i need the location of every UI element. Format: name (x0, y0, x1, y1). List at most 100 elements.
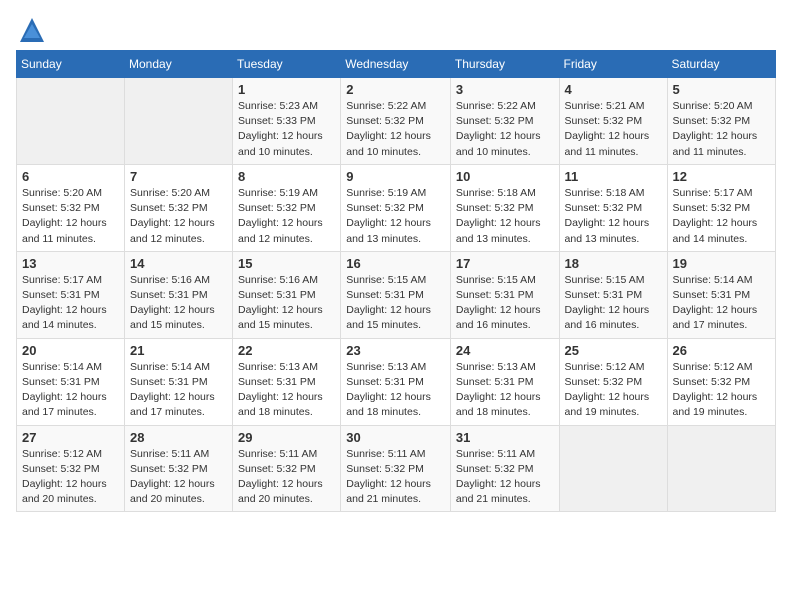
weekday-header-friday: Friday (559, 51, 667, 78)
day-number: 25 (565, 343, 662, 358)
calendar-cell: 30Sunrise: 5:11 AMSunset: 5:32 PMDayligh… (341, 425, 451, 512)
calendar-cell: 11 Sunrise: 5:18 AMSunset: 5:32 PMDayligh… (559, 164, 667, 251)
day-info: Sunrise: 5:16 AMSunset: 5:31 PMDaylight:… (238, 273, 335, 334)
day-number: 4 (565, 82, 662, 97)
calendar-cell: 12 Sunrise: 5:17 AMSunset: 5:32 PMDayligh… (667, 164, 775, 251)
day-number: 31 (456, 430, 554, 445)
day-info: Sunrise: 5:19 AMSunset: 5:32 PMDaylight:… (346, 186, 445, 247)
day-number: 17 (456, 256, 554, 271)
day-number: 10 (456, 169, 554, 184)
calendar-cell: 22Sunrise: 5:13 AMSunset: 5:31 PMDayligh… (233, 338, 341, 425)
calendar-cell: 24 Sunrise: 5:13 AMSunset: 5:31 PMDayligh… (450, 338, 559, 425)
day-info: Sunrise: 5:23 AMSunset: 5:33 PMDaylight:… (238, 99, 335, 160)
calendar-cell: 15 Sunrise: 5:16 AMSunset: 5:31 PMDayligh… (233, 251, 341, 338)
calendar-table: SundayMondayTuesdayWednesdayThursdayFrid… (16, 50, 776, 512)
day-number: 6 (22, 169, 119, 184)
calendar-cell: 19 Sunrise: 5:14 AMSunset: 5:31 PMDayligh… (667, 251, 775, 338)
calendar-cell: 2 Sunrise: 5:22 AMSunset: 5:32 PMDaylight… (341, 78, 451, 165)
day-info: Sunrise: 5:20 AMSunset: 5:32 PMDaylight:… (673, 99, 770, 160)
day-number: 13 (22, 256, 119, 271)
calendar-cell: 18 Sunrise: 5:15 AMSunset: 5:31 PMDayligh… (559, 251, 667, 338)
day-info: Sunrise: 5:17 AMSunset: 5:31 PMDaylight:… (22, 273, 119, 334)
day-number: 12 (673, 169, 770, 184)
day-info: Sunrise: 5:14 AMSunset: 5:31 PMDaylight:… (673, 273, 770, 334)
day-info: Sunrise: 5:21 AMSunset: 5:32 PMDaylight:… (565, 99, 662, 160)
weekday-header-sunday: Sunday (17, 51, 125, 78)
calendar-cell: 3 Sunrise: 5:22 AMSunset: 5:32 PMDaylight… (450, 78, 559, 165)
day-info: Sunrise: 5:20 AMSunset: 5:32 PMDaylight:… (22, 186, 119, 247)
calendar-cell: 20 Sunrise: 5:14 AMSunset: 5:31 PMDayligh… (17, 338, 125, 425)
calendar-cell: 31 Sunrise: 5:11 AMSunset: 5:32 PMDayligh… (450, 425, 559, 512)
day-number: 11 (565, 169, 662, 184)
weekday-header-tuesday: Tuesday (233, 51, 341, 78)
calendar-cell: 10 Sunrise: 5:18 AMSunset: 5:32 PMDayligh… (450, 164, 559, 251)
day-number: 24 (456, 343, 554, 358)
day-number: 29 (238, 430, 335, 445)
calendar-cell: 16 Sunrise: 5:15 AMSunset: 5:31 PMDayligh… (341, 251, 451, 338)
calendar-cell: 28 Sunrise: 5:11 AMSunset: 5:32 PMDayligh… (125, 425, 233, 512)
day-info: Sunrise: 5:15 AMSunset: 5:31 PMDaylight:… (565, 273, 662, 334)
page-header (16, 16, 776, 38)
calendar-cell: 26Sunrise: 5:12 AMSunset: 5:32 PMDayligh… (667, 338, 775, 425)
calendar-cell: 17 Sunrise: 5:15 AMSunset: 5:31 PMDayligh… (450, 251, 559, 338)
day-info: Sunrise: 5:20 AMSunset: 5:32 PMDaylight:… (130, 186, 227, 247)
calendar-cell: 14Sunrise: 5:16 AMSunset: 5:31 PMDayligh… (125, 251, 233, 338)
day-info: Sunrise: 5:11 AMSunset: 5:32 PMDaylight:… (130, 447, 227, 508)
day-number: 26 (673, 343, 770, 358)
calendar-cell: 8 Sunrise: 5:19 AMSunset: 5:32 PMDaylight… (233, 164, 341, 251)
calendar-cell: 4 Sunrise: 5:21 AMSunset: 5:32 PMDaylight… (559, 78, 667, 165)
day-info: Sunrise: 5:18 AMSunset: 5:32 PMDaylight:… (456, 186, 554, 247)
calendar-cell: 21 Sunrise: 5:14 AMSunset: 5:31 PMDayligh… (125, 338, 233, 425)
day-number: 5 (673, 82, 770, 97)
day-number: 15 (238, 256, 335, 271)
calendar-cell: 5 Sunrise: 5:20 AMSunset: 5:32 PMDaylight… (667, 78, 775, 165)
calendar-cell (17, 78, 125, 165)
calendar-header: SundayMondayTuesdayWednesdayThursdayFrid… (17, 51, 776, 78)
day-number: 8 (238, 169, 335, 184)
day-number: 18 (565, 256, 662, 271)
calendar-cell: 29Sunrise: 5:11 AMSunset: 5:32 PMDayligh… (233, 425, 341, 512)
day-number: 30 (346, 430, 445, 445)
day-info: Sunrise: 5:19 AMSunset: 5:32 PMDaylight:… (238, 186, 335, 247)
calendar-cell (667, 425, 775, 512)
day-number: 1 (238, 82, 335, 97)
day-info: Sunrise: 5:22 AMSunset: 5:32 PMDaylight:… (456, 99, 554, 160)
calendar-cell: 25 Sunrise: 5:12 AMSunset: 5:32 PMDayligh… (559, 338, 667, 425)
day-number: 27 (22, 430, 119, 445)
day-number: 14 (130, 256, 227, 271)
day-info: Sunrise: 5:15 AMSunset: 5:31 PMDaylight:… (346, 273, 445, 334)
day-info: Sunrise: 5:12 AMSunset: 5:32 PMDaylight:… (565, 360, 662, 421)
day-number: 2 (346, 82, 445, 97)
calendar-cell (125, 78, 233, 165)
day-info: Sunrise: 5:15 AMSunset: 5:31 PMDaylight:… (456, 273, 554, 334)
day-number: 9 (346, 169, 445, 184)
weekday-header-wednesday: Wednesday (341, 51, 451, 78)
day-info: Sunrise: 5:13 AMSunset: 5:31 PMDaylight:… (238, 360, 335, 421)
day-info: Sunrise: 5:17 AMSunset: 5:32 PMDaylight:… (673, 186, 770, 247)
day-info: Sunrise: 5:22 AMSunset: 5:32 PMDaylight:… (346, 99, 445, 160)
day-number: 28 (130, 430, 227, 445)
day-info: Sunrise: 5:13 AMSunset: 5:31 PMDaylight:… (346, 360, 445, 421)
calendar-cell: 1 Sunrise: 5:23 AMSunset: 5:33 PMDaylight… (233, 78, 341, 165)
day-info: Sunrise: 5:18 AMSunset: 5:32 PMDaylight:… (565, 186, 662, 247)
day-info: Sunrise: 5:13 AMSunset: 5:31 PMDaylight:… (456, 360, 554, 421)
calendar-cell: 23 Sunrise: 5:13 AMSunset: 5:31 PMDayligh… (341, 338, 451, 425)
weekday-header-monday: Monday (125, 51, 233, 78)
day-number: 20 (22, 343, 119, 358)
day-number: 16 (346, 256, 445, 271)
day-info: Sunrise: 5:11 AMSunset: 5:32 PMDaylight:… (456, 447, 554, 508)
day-info: Sunrise: 5:14 AMSunset: 5:31 PMDaylight:… (130, 360, 227, 421)
day-number: 23 (346, 343, 445, 358)
day-number: 19 (673, 256, 770, 271)
day-info: Sunrise: 5:12 AMSunset: 5:32 PMDaylight:… (22, 447, 119, 508)
calendar-cell: 9 Sunrise: 5:19 AMSunset: 5:32 PMDaylight… (341, 164, 451, 251)
calendar-cell: 6 Sunrise: 5:20 AMSunset: 5:32 PMDaylight… (17, 164, 125, 251)
day-number: 21 (130, 343, 227, 358)
weekday-header-saturday: Saturday (667, 51, 775, 78)
day-info: Sunrise: 5:14 AMSunset: 5:31 PMDaylight:… (22, 360, 119, 421)
logo-icon (18, 16, 46, 44)
day-number: 3 (456, 82, 554, 97)
calendar-cell: 27 Sunrise: 5:12 AMSunset: 5:32 PMDayligh… (17, 425, 125, 512)
calendar-cell: 13 Sunrise: 5:17 AMSunset: 5:31 PMDayligh… (17, 251, 125, 338)
calendar-cell: 7Sunrise: 5:20 AMSunset: 5:32 PMDaylight… (125, 164, 233, 251)
